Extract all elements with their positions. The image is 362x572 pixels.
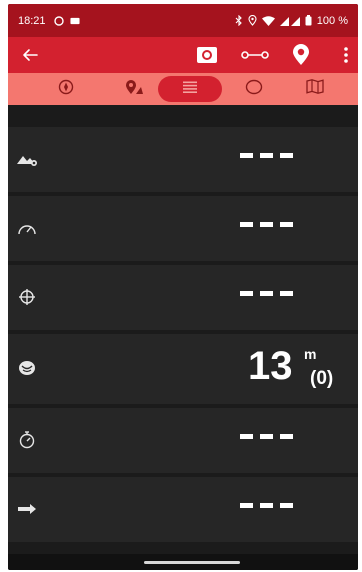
elevation-icon xyxy=(16,149,38,169)
crosshair-icon xyxy=(16,287,38,307)
empty-value xyxy=(240,503,293,508)
arrow-left-icon[interactable] xyxy=(20,45,40,65)
phone-screen: 18:21 100 % 13 m (0) xyxy=(8,4,358,570)
speedometer-icon xyxy=(16,218,38,238)
data-row-direction xyxy=(8,477,358,542)
tab-circle[interactable] xyxy=(234,76,274,102)
bluetooth-icon xyxy=(235,15,243,26)
notification-icon xyxy=(53,15,64,26)
status-time: 18:21 xyxy=(18,14,46,27)
data-row-accuracy: 13 m (0) xyxy=(8,334,358,404)
empty-value xyxy=(240,291,293,296)
status-right: 100 % xyxy=(235,15,348,27)
record-icon[interactable] xyxy=(196,45,218,65)
compass-icon xyxy=(58,79,74,100)
data-row-time xyxy=(8,408,358,473)
accuracy-unit: m xyxy=(304,346,317,362)
data-row-position xyxy=(8,265,358,330)
system-nav-bar xyxy=(8,554,358,570)
app-toolbar xyxy=(8,37,358,73)
stopwatch-icon xyxy=(16,430,38,450)
battery-icon xyxy=(305,15,312,26)
more-vert-icon[interactable] xyxy=(341,45,351,65)
signal-icon xyxy=(279,16,300,26)
list-icon xyxy=(183,80,197,98)
tab-map[interactable] xyxy=(295,76,335,102)
accuracy-sub-value: (0) xyxy=(310,368,334,389)
home-handle[interactable] xyxy=(144,561,240,564)
data-row-speed xyxy=(8,196,358,261)
direction-arrow-icon xyxy=(16,499,38,519)
waypoint-icon xyxy=(124,79,144,100)
circle-icon xyxy=(245,79,263,100)
tab-waypoints[interactable] xyxy=(114,76,154,102)
accuracy-value: 13 xyxy=(248,344,293,388)
empty-value xyxy=(240,434,293,439)
tab-bar xyxy=(8,73,358,105)
content-spacer xyxy=(8,105,358,127)
message-icon xyxy=(69,16,80,26)
data-row-elevation xyxy=(8,127,358,192)
tab-details[interactable] xyxy=(158,76,222,102)
empty-value xyxy=(240,222,293,227)
map-pin-icon[interactable] xyxy=(291,43,311,67)
battery-percent: 100 % xyxy=(316,14,348,27)
satellite-accuracy-icon xyxy=(16,358,38,378)
route-icon[interactable] xyxy=(241,47,269,63)
location-status-icon xyxy=(248,15,257,26)
tab-compass[interactable] xyxy=(46,76,86,102)
wifi-icon xyxy=(261,15,275,26)
status-bar: 18:21 100 % xyxy=(8,4,358,37)
empty-value xyxy=(240,153,293,158)
map-icon xyxy=(306,79,324,99)
